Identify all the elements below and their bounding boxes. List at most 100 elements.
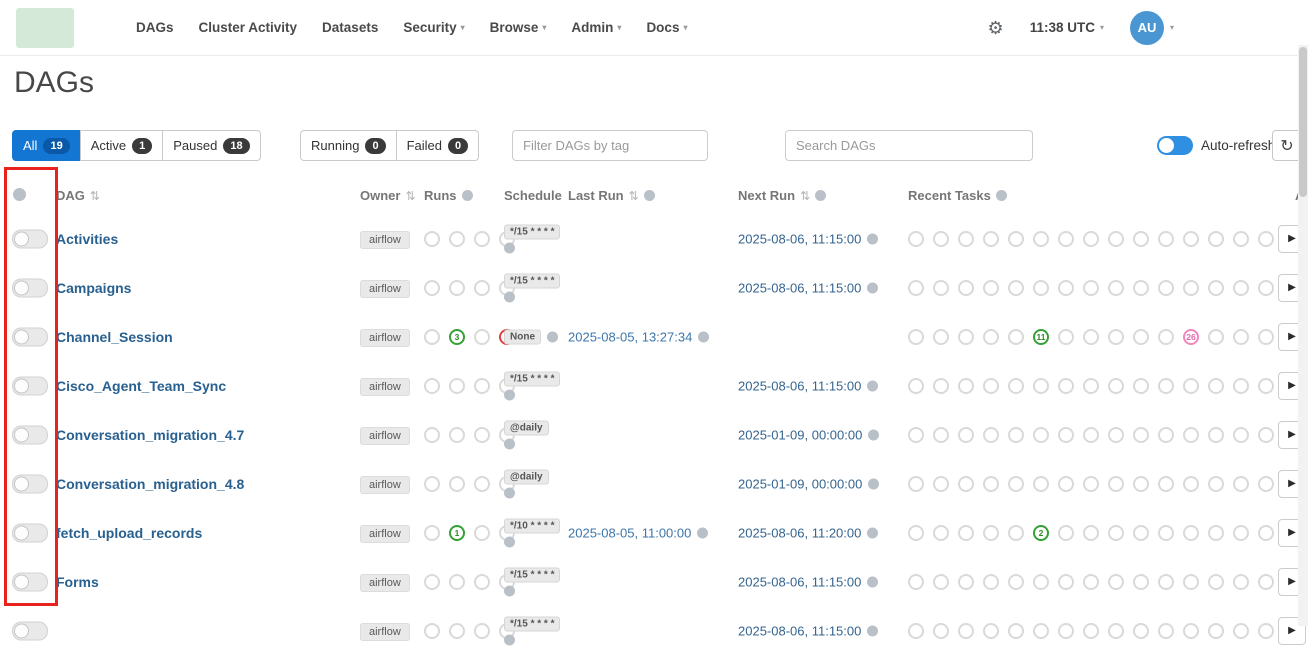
state-circle[interactable] — [1183, 378, 1199, 394]
dag-link[interactable]: Cisco_Agent_Team_Sync — [56, 378, 226, 394]
nav-item-datasets[interactable]: Datasets — [322, 20, 378, 35]
state-circle[interactable] — [1208, 525, 1224, 541]
state-circle[interactable] — [1233, 574, 1249, 590]
next-run-link[interactable]: 2025-08-06, 11:20:00 — [738, 525, 861, 540]
state-circle[interactable] — [1208, 280, 1224, 296]
state-circle[interactable] — [474, 476, 490, 492]
state-circle[interactable] — [474, 525, 490, 541]
auto-refresh-toggle[interactable] — [1157, 136, 1193, 155]
state-circle[interactable] — [908, 525, 924, 541]
state-circle[interactable] — [958, 525, 974, 541]
nav-item-dags[interactable]: DAGs — [136, 20, 174, 35]
state-circle[interactable] — [474, 231, 490, 247]
dag-link[interactable]: Conversation_migration_4.7 — [56, 427, 244, 443]
state-circle[interactable] — [958, 378, 974, 394]
state-circle[interactable] — [1208, 427, 1224, 443]
state-circle[interactable] — [474, 329, 490, 345]
state-circle[interactable] — [1183, 623, 1199, 639]
state-circle[interactable] — [1208, 574, 1224, 590]
user-menu[interactable]: AU ▾ — [1130, 11, 1174, 45]
state-circle[interactable] — [1033, 574, 1049, 590]
state-circle[interactable] — [1183, 574, 1199, 590]
state-circle[interactable] — [1083, 329, 1099, 345]
state-circle[interactable] — [908, 231, 924, 247]
state-circle[interactable] — [958, 280, 974, 296]
state-circle[interactable] — [449, 378, 465, 394]
state-circle[interactable] — [449, 574, 465, 590]
dag-link[interactable]: fetch_upload_records — [56, 525, 202, 541]
state-circle[interactable] — [958, 476, 974, 492]
state-circle[interactable] — [424, 280, 440, 296]
state-circle[interactable] — [474, 623, 490, 639]
state-circle[interactable] — [1133, 623, 1149, 639]
state-circle[interactable]: 11 — [1033, 329, 1049, 345]
state-circle[interactable] — [424, 231, 440, 247]
state-circle[interactable]: 2 — [1033, 525, 1049, 541]
state-circle[interactable] — [1158, 329, 1174, 345]
state-circle[interactable] — [1083, 623, 1099, 639]
state-circle[interactable] — [958, 427, 974, 443]
state-circle[interactable] — [1208, 378, 1224, 394]
airflow-logo[interactable] — [16, 8, 74, 48]
state-circle[interactable] — [424, 378, 440, 394]
state-circle[interactable] — [983, 231, 999, 247]
state-circle[interactable] — [1233, 525, 1249, 541]
state-circle[interactable] — [1008, 476, 1024, 492]
state-circle[interactable] — [1033, 231, 1049, 247]
tab-all[interactable]: All 19 — [12, 130, 81, 161]
state-circle[interactable] — [958, 231, 974, 247]
state-circle[interactable] — [1133, 280, 1149, 296]
scrollbar-thumb[interactable] — [1299, 47, 1307, 197]
state-circle[interactable] — [1158, 525, 1174, 541]
state-circle[interactable] — [958, 329, 974, 345]
dag-link[interactable]: Channel_Session — [56, 329, 173, 345]
state-circle[interactable] — [449, 231, 465, 247]
state-circle[interactable] — [1158, 280, 1174, 296]
state-circle[interactable] — [958, 623, 974, 639]
state-circle[interactable] — [1258, 574, 1274, 590]
nav-item-browse[interactable]: Browse ▾ — [490, 20, 547, 35]
tab-active[interactable]: Active 1 — [80, 130, 164, 161]
dag-pause-toggle[interactable] — [12, 376, 48, 395]
dag-pause-toggle[interactable] — [12, 621, 48, 640]
state-circle[interactable] — [1233, 329, 1249, 345]
state-circle[interactable] — [424, 329, 440, 345]
state-circle[interactable] — [1033, 623, 1049, 639]
state-circle[interactable] — [1108, 329, 1124, 345]
next-run-link[interactable]: 2025-01-09, 00:00:00 — [738, 476, 862, 491]
clock-dropdown[interactable]: 11:38 UTC ▾ — [1030, 20, 1104, 35]
state-circle[interactable] — [1058, 476, 1074, 492]
state-circle[interactable] — [1083, 427, 1099, 443]
state-circle[interactable] — [1258, 378, 1274, 394]
state-circle[interactable] — [1008, 427, 1024, 443]
state-circle[interactable] — [1058, 378, 1074, 394]
state-circle[interactable] — [1033, 427, 1049, 443]
state-circle[interactable] — [933, 427, 949, 443]
last-run-link[interactable]: 2025-08-05, 13:27:34 — [568, 329, 692, 344]
state-circle[interactable] — [1008, 378, 1024, 394]
state-circle[interactable]: 1 — [449, 525, 465, 541]
state-circle[interactable] — [474, 427, 490, 443]
state-circle[interactable] — [1033, 476, 1049, 492]
state-circle[interactable] — [1108, 231, 1124, 247]
state-circle[interactable] — [449, 623, 465, 639]
state-circle[interactable] — [424, 574, 440, 590]
state-circle[interactable] — [1058, 574, 1074, 590]
state-circle[interactable] — [1208, 476, 1224, 492]
state-circle[interactable] — [1108, 280, 1124, 296]
state-circle[interactable] — [1183, 427, 1199, 443]
state-circle[interactable] — [983, 623, 999, 639]
state-circle[interactable] — [908, 574, 924, 590]
state-circle[interactable] — [908, 329, 924, 345]
sort-icon[interactable]: ⇅ — [405, 189, 415, 203]
state-circle[interactable] — [424, 427, 440, 443]
tag-filter-input[interactable] — [512, 130, 708, 161]
state-circle[interactable] — [1183, 525, 1199, 541]
state-circle[interactable] — [933, 476, 949, 492]
state-circle[interactable] — [983, 476, 999, 492]
state-circle[interactable] — [1133, 574, 1149, 590]
state-circle[interactable] — [424, 476, 440, 492]
state-circle[interactable] — [983, 378, 999, 394]
state-circle[interactable] — [474, 574, 490, 590]
state-circle[interactable] — [1008, 280, 1024, 296]
